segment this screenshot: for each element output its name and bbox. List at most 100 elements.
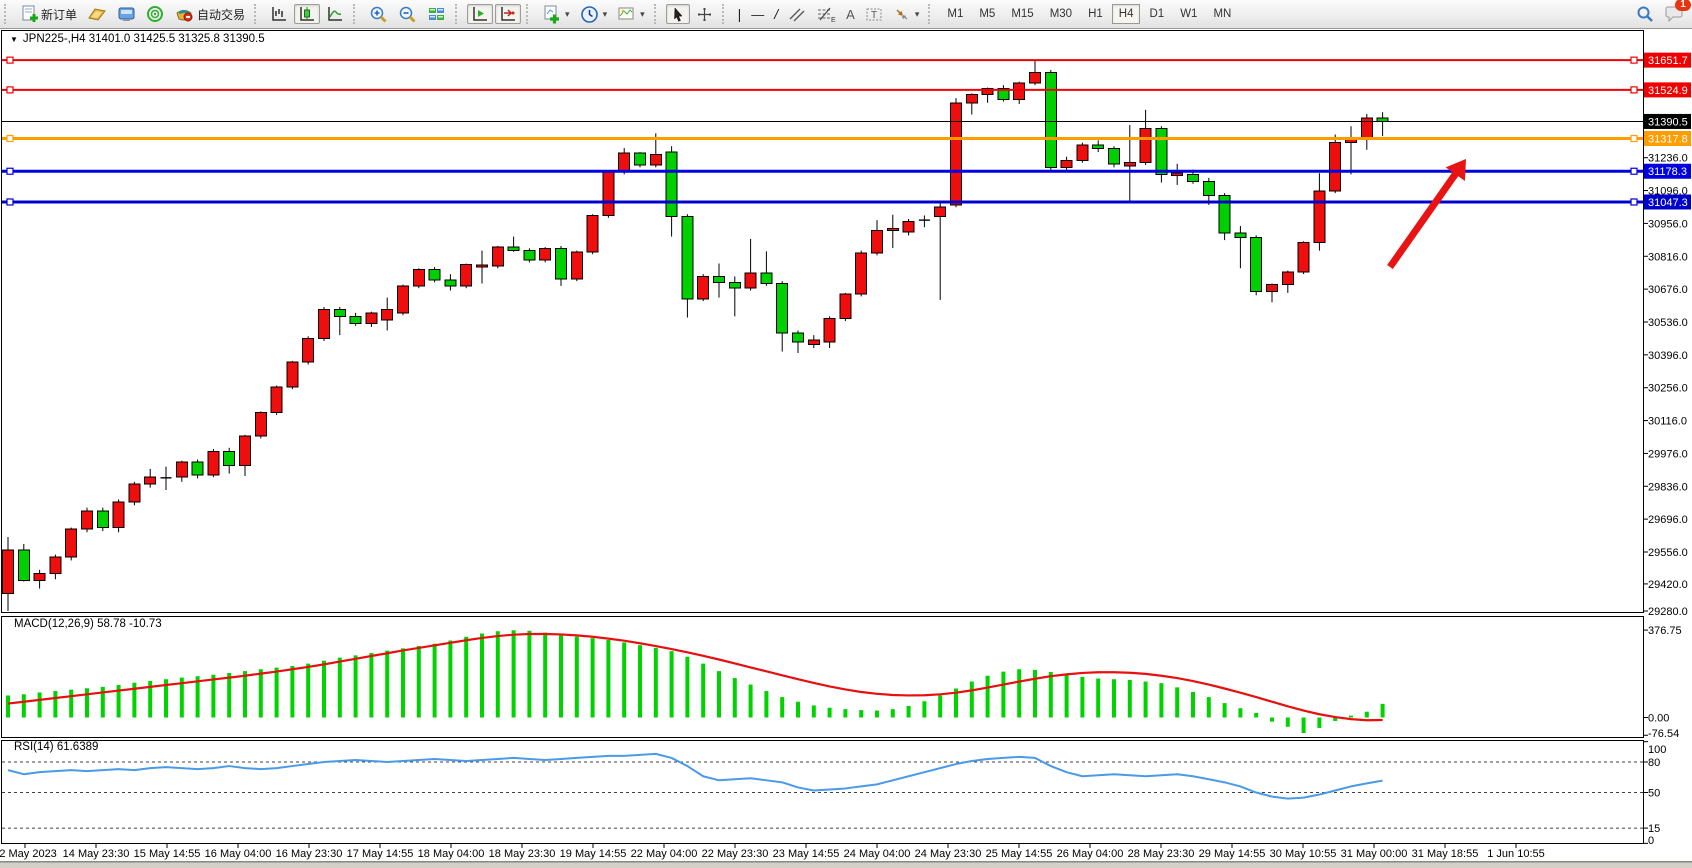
candle-up bbox=[461, 265, 472, 286]
time-label: 22 May 04:00 bbox=[631, 848, 698, 860]
price-badge-label: 31524.9 bbox=[1648, 85, 1688, 97]
candle-up bbox=[1061, 160, 1072, 167]
candle-down bbox=[1156, 129, 1167, 175]
candle-up bbox=[34, 573, 45, 580]
time-label: 31 May 18:55 bbox=[1412, 848, 1479, 860]
candle-up bbox=[1140, 129, 1151, 163]
time-label: 28 May 23:30 bbox=[1128, 848, 1195, 860]
hline-anchor[interactable] bbox=[7, 136, 13, 142]
chevron-down-icon[interactable]: ▼ bbox=[10, 35, 18, 44]
time-label: 23 May 14:55 bbox=[773, 848, 840, 860]
hline-anchor[interactable] bbox=[1631, 57, 1637, 63]
candle-down bbox=[1093, 145, 1104, 149]
candle-up bbox=[1330, 143, 1341, 191]
candle-up bbox=[145, 477, 156, 484]
time-label: 17 May 14:55 bbox=[347, 848, 414, 860]
candle-down bbox=[666, 152, 677, 217]
candle-down bbox=[1188, 174, 1199, 181]
candle-up bbox=[824, 319, 835, 342]
candle-up bbox=[745, 273, 756, 288]
rsi-scale-label: 15 bbox=[1648, 823, 1660, 835]
candle-up bbox=[287, 362, 298, 387]
hline-anchor[interactable] bbox=[1631, 199, 1637, 205]
candle-up bbox=[951, 103, 962, 205]
candle-up bbox=[650, 154, 661, 165]
candle-up bbox=[903, 221, 914, 232]
price-badge-label: 31178.3 bbox=[1648, 166, 1687, 178]
time-label: 18 May 23:30 bbox=[489, 848, 556, 860]
macd-scale-label: 0.00 bbox=[1648, 713, 1669, 725]
candle-down bbox=[524, 251, 535, 260]
rsi-scale-label: 50 bbox=[1648, 788, 1660, 800]
candle-up bbox=[303, 339, 314, 362]
price-badge-label: 31047.3 bbox=[1648, 197, 1688, 209]
candle-down bbox=[192, 462, 203, 475]
candle-down bbox=[777, 283, 788, 332]
candle-up bbox=[619, 153, 630, 172]
candle-up bbox=[398, 286, 409, 313]
time-label: 18 May 04:00 bbox=[418, 848, 485, 860]
price-tick-label: 31236.0 bbox=[1648, 153, 1688, 165]
price-tick-label: 30396.0 bbox=[1648, 350, 1688, 362]
price-tick-label: 29556.0 bbox=[1648, 547, 1688, 559]
price-tick-label: 29280.0 bbox=[1648, 606, 1688, 618]
macd-label: MACD(12,26,9) 58.78 -10.73 bbox=[14, 618, 162, 630]
candle-up bbox=[477, 265, 488, 267]
hline-anchor[interactable] bbox=[1631, 87, 1637, 93]
price-badge-label: 31390.5 bbox=[1648, 116, 1688, 128]
time-label: 24 May 23:30 bbox=[915, 848, 982, 860]
candle-down bbox=[682, 217, 693, 299]
candle-up bbox=[1298, 242, 1309, 271]
hline-anchor[interactable] bbox=[1631, 136, 1637, 142]
candle-up bbox=[113, 502, 124, 528]
hline-anchor[interactable] bbox=[7, 87, 13, 93]
candle-up bbox=[1282, 272, 1293, 285]
time-label: 15 May 14:55 bbox=[134, 848, 201, 860]
candle-down bbox=[793, 333, 804, 342]
candle-up bbox=[540, 248, 551, 260]
candle-up bbox=[66, 529, 77, 557]
candle-down bbox=[445, 280, 456, 286]
candle-down bbox=[1203, 181, 1214, 195]
candle-down bbox=[1251, 238, 1262, 292]
candle-up bbox=[3, 550, 14, 593]
price-tick-label: 30256.0 bbox=[1648, 383, 1688, 395]
candle-up bbox=[413, 269, 424, 285]
candle-up bbox=[1077, 145, 1088, 160]
price-tick-label: 30536.0 bbox=[1648, 317, 1688, 329]
time-label: 22 May 23:30 bbox=[702, 848, 769, 860]
macd-scale-label: 376.75 bbox=[1648, 625, 1682, 637]
candle-up bbox=[271, 387, 282, 413]
price-badge-label: 31317.8 bbox=[1648, 134, 1688, 146]
candle-down bbox=[556, 248, 567, 279]
price-tick-label: 30676.0 bbox=[1648, 284, 1688, 296]
candle-down bbox=[1109, 149, 1120, 164]
hline-anchor[interactable] bbox=[7, 57, 13, 63]
candle-up bbox=[366, 313, 377, 324]
chart-canvas[interactable]: 31516.031376.031236.031096.030956.030816… bbox=[0, 0, 1692, 868]
time-label: 25 May 14:55 bbox=[986, 848, 1053, 860]
macd-scale-label: -76.54 bbox=[1648, 728, 1679, 740]
candle-up bbox=[492, 247, 503, 266]
candle-up bbox=[935, 207, 946, 216]
pane-border bbox=[2, 617, 1644, 738]
hline-anchor[interactable] bbox=[7, 168, 13, 174]
candle-up bbox=[208, 451, 219, 474]
hline-anchor[interactable] bbox=[1631, 168, 1637, 174]
price-tick-label: 29420.0 bbox=[1648, 579, 1688, 591]
candle-down bbox=[224, 451, 235, 465]
time-label: 24 May 04:00 bbox=[844, 848, 911, 860]
price-tick-label: 29696.0 bbox=[1648, 514, 1688, 526]
arrow-annotation-shaft[interactable] bbox=[1390, 170, 1458, 267]
candle-down bbox=[97, 511, 108, 527]
candle-up bbox=[603, 172, 614, 215]
candle-up bbox=[240, 436, 251, 465]
chart-area[interactable]: 31516.031376.031236.031096.030956.030816… bbox=[0, 0, 1692, 868]
candle-down bbox=[1045, 72, 1056, 167]
mt4-window: 新订单 bbox=[0, 0, 1692, 868]
candle-up bbox=[82, 511, 93, 529]
candle-up bbox=[255, 413, 266, 436]
time-label: 31 May 00:00 bbox=[1341, 848, 1408, 860]
candle-down bbox=[729, 282, 740, 288]
hline-anchor[interactable] bbox=[7, 199, 13, 205]
